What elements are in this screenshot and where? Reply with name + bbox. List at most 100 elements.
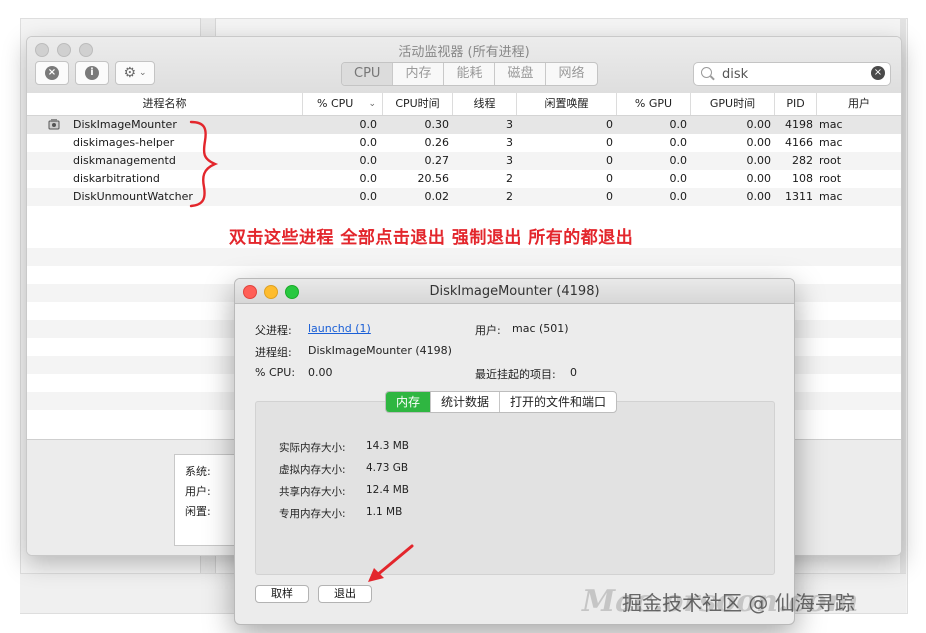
column-header-pid[interactable]: PID: [775, 93, 817, 115]
gear-icon: ⚙: [123, 65, 136, 81]
system-label: 系统:: [185, 465, 211, 478]
memory-panel: 实际内存大小: 14.3 MB 虚拟内存大小: 4.73 GB 共享内存大小: …: [255, 401, 775, 575]
annotation-brace: [189, 120, 219, 208]
user-label: 用户:: [475, 324, 501, 337]
table-row[interactable]: diskmanagementd 0.0 0.27 3 0 0.0 0.00 28…: [27, 152, 901, 170]
process-name: diskmanagementd: [73, 154, 176, 167]
process-gpu: 0.0: [669, 172, 688, 185]
column-header-threads[interactable]: 线程: [453, 93, 517, 115]
search-field: ×: [693, 62, 891, 86]
close-circle-icon: ×: [45, 66, 59, 80]
process-idle-wakeups: 0: [606, 118, 613, 131]
process-group-label: 进程组:: [255, 346, 292, 359]
process-threads: 3: [506, 154, 513, 167]
process-gpu-time: 0.00: [746, 118, 772, 131]
process-name: diskarbitrationd: [73, 172, 160, 185]
column-header-gpu-time[interactable]: GPU时间: [691, 93, 775, 115]
column-header-cpu-label: % CPU: [317, 97, 354, 110]
process-gpu: 0.0: [669, 190, 688, 203]
tab-statistics[interactable]: 统计数据: [431, 392, 501, 412]
process-cpu-time: 0.30: [424, 118, 450, 131]
inspector-titlebar: DiskImageMounter (4198): [235, 279, 794, 304]
table-row[interactable]: diskarbitrationd 0.0 20.56 2 0 0.0 0.00 …: [27, 170, 901, 188]
process-gpu-time: 0.00: [746, 136, 772, 149]
sort-descending-icon: ⌄: [368, 99, 376, 109]
search-icon: [701, 67, 712, 78]
process-gpu: 0.0: [669, 136, 688, 149]
tab-disk[interactable]: 磁盘: [495, 63, 547, 85]
search-input[interactable]: [720, 65, 864, 83]
sample-button[interactable]: 取样: [255, 585, 309, 603]
process-threads: 3: [506, 136, 513, 149]
process-user: mac: [819, 118, 843, 131]
process-pid: 1311: [785, 190, 813, 203]
annotation-arrow: [368, 544, 414, 582]
process-gpu: 0.0: [669, 118, 688, 131]
parent-process-link[interactable]: launchd (1): [308, 322, 371, 335]
process-user: mac: [819, 190, 843, 203]
column-header-cpu[interactable]: % CPU ⌄: [303, 93, 383, 115]
process-pid: 4166: [785, 136, 813, 149]
process-cpu: 0.0: [359, 172, 378, 185]
memory-value: 14.3 MB: [366, 440, 409, 452]
memory-label: 虚拟内存大小:: [279, 464, 346, 476]
disk-mounter-icon: [48, 119, 60, 130]
tab-energy[interactable]: 能耗: [444, 63, 496, 85]
empty-row: [27, 248, 901, 266]
process-idle-wakeups: 0: [606, 154, 613, 167]
annotation-text: 双击这些进程 全部点击退出 强制退出 所有的都退出: [229, 228, 634, 248]
column-header-name[interactable]: 进程名称: [27, 93, 303, 115]
process-name: DiskImageMounter: [73, 118, 177, 131]
tab-memory[interactable]: 内存: [386, 392, 432, 412]
column-header-gpu[interactable]: % GPU: [617, 93, 691, 115]
inspect-process-button[interactable]: i: [75, 61, 109, 85]
tab-memory[interactable]: 内存: [393, 63, 445, 85]
process-gpu-time: 0.00: [746, 154, 772, 167]
memory-value: 4.73 GB: [366, 462, 409, 474]
process-cpu-time: 20.56: [417, 172, 450, 185]
process-cpu-time: 0.27: [424, 154, 450, 167]
clear-search-icon[interactable]: ×: [871, 66, 885, 80]
process-idle-wakeups: 0: [606, 136, 613, 149]
idle-label: 闲置:: [185, 505, 211, 518]
process-threads: 2: [506, 172, 513, 185]
process-idle-wakeups: 0: [606, 172, 613, 185]
process-cpu: 0.0: [359, 118, 378, 131]
process-inspector-window: DiskImageMounter (4198) 父进程: launchd (1)…: [234, 278, 795, 625]
memory-label: 实际内存大小:: [279, 442, 346, 454]
memory-label: 专用内存大小:: [279, 508, 346, 520]
process-threads: 2: [506, 190, 513, 203]
table-row[interactable]: DiskImageMounter 0.0 0.30 3 0 0.0 0.00 4…: [27, 116, 901, 134]
column-header-user[interactable]: 用户: [817, 93, 901, 115]
process-name: diskimages-helper: [73, 136, 175, 149]
process-cpu: 0.0: [359, 136, 378, 149]
tab-cpu[interactable]: CPU: [342, 63, 394, 85]
window-title: 活动监视器 (所有进程): [398, 45, 530, 60]
info-icon: i: [85, 66, 99, 80]
process-cpu: 0.0: [359, 154, 378, 167]
process-cpu-time: 0.02: [424, 190, 450, 203]
quit-button[interactable]: 退出: [318, 585, 372, 603]
tab-open-files-ports[interactable]: 打开的文件和端口: [500, 392, 616, 412]
cpu-value: 0.00: [308, 366, 333, 379]
process-user: root: [819, 154, 842, 167]
table-row[interactable]: diskimages-helper 0.0 0.26 3 0 0.0 0.00 …: [27, 134, 901, 152]
memory-value: 12.4 MB: [366, 484, 409, 496]
process-cpu-time: 0.26: [424, 136, 450, 149]
parent-process-label: 父进程:: [255, 324, 292, 337]
column-header-cpu-time[interactable]: CPU时间: [383, 93, 453, 115]
process-gpu: 0.0: [669, 154, 688, 167]
quit-process-button[interactable]: ×: [35, 61, 69, 85]
process-group-value: DiskImageMounter (4198): [308, 344, 452, 357]
memory-label: 共享内存大小:: [279, 486, 346, 498]
process-user: root: [819, 172, 842, 185]
process-gpu-time: 0.00: [746, 190, 772, 203]
column-header-idle-wakeups[interactable]: 闲置唤醒: [517, 93, 617, 115]
user-label: 用户:: [185, 485, 211, 498]
memory-value: 1.1 MB: [366, 506, 403, 518]
process-idle-wakeups: 0: [606, 190, 613, 203]
table-row[interactable]: DiskUnmountWatcher 0.0 0.02 2 0 0.0 0.00…: [27, 188, 901, 206]
category-tabs: CPU 内存 能耗 磁盘 网络: [341, 62, 598, 86]
actions-menu-button[interactable]: ⚙ ⌄: [115, 61, 155, 85]
tab-network[interactable]: 网络: [546, 63, 596, 85]
